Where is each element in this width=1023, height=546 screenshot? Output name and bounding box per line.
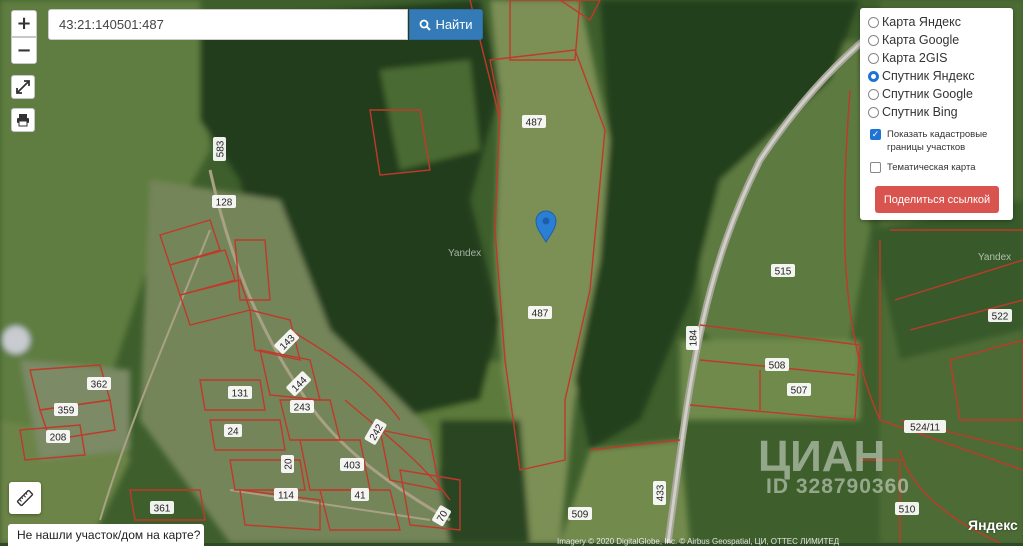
ruler-button[interactable]: [9, 482, 41, 514]
print-icon: [17, 114, 29, 127]
parcel-label-text: 362: [91, 380, 108, 391]
parcel-label[interactable]: 184: [686, 326, 700, 350]
layer-option[interactable]: Карта Яндекс: [868, 13, 1005, 31]
cian-id-watermark: ID 328790360: [766, 475, 910, 498]
parcel-label-text: 114: [278, 491, 294, 502]
parcel-label[interactable]: 509: [568, 507, 592, 521]
parcel-label-text: 361: [154, 504, 171, 515]
layer-radio[interactable]: [868, 88, 879, 100]
layer-radio[interactable]: [868, 70, 879, 82]
parcel-label-text: 359: [58, 406, 75, 417]
layer-radio[interactable]: [868, 34, 879, 46]
thematic-map-label: Тематическая карта: [887, 162, 976, 173]
parcel-label[interactable]: 243: [290, 400, 314, 414]
parcel-label[interactable]: 403: [340, 458, 364, 472]
show-boundaries-label: Показать кадастровые границы участков: [887, 129, 988, 153]
yandex-logo: Яндекс: [968, 517, 1018, 533]
search-icon: [420, 19, 432, 31]
fullscreen-button[interactable]: [11, 75, 35, 99]
layer-radio[interactable]: [868, 106, 879, 118]
parcel-label-text: 128: [216, 198, 233, 209]
yandex-watermark-right: Yandex: [978, 252, 1012, 263]
search-button[interactable]: Найти: [409, 9, 483, 40]
parcel-label-text: 522: [992, 312, 1009, 323]
parcel-label[interactable]: 507: [787, 383, 811, 397]
parcel-label[interactable]: 487: [522, 115, 546, 129]
copyright-text: Imagery © 2020 DigitalGlobe, Inc. © Airb…: [557, 537, 840, 546]
layer-option-label: Спутник Bing: [882, 105, 958, 119]
expand-icon: [16, 80, 30, 94]
parcel-label-text: 208: [50, 433, 67, 444]
layer-option-label: Карта Яндекс: [882, 15, 961, 29]
show-boundaries-option[interactable]: ✓ Показать кадастровые границы участков: [868, 128, 1005, 154]
parcel-label-text: 508: [769, 361, 786, 372]
parcel-label-text: 487: [526, 118, 543, 129]
layer-option[interactable]: Карта Google: [868, 31, 1005, 49]
map-layers-panel: Карта Яндекс Карта Google Карта 2GIS Спутни…: [860, 8, 1013, 220]
parcel-label-text: 583: [216, 140, 227, 157]
parcel-label[interactable]: 487: [528, 306, 552, 320]
parcel-label-text: 515: [775, 267, 792, 278]
parcel-label[interactable]: 20: [281, 455, 295, 473]
parcel-label-text: 243: [294, 403, 311, 414]
parcel-label[interactable]: 24: [224, 424, 242, 438]
parcel-label[interactable]: 510: [895, 502, 919, 516]
show-boundaries-checkbox[interactable]: ✓: [870, 129, 881, 140]
parcel-label-text: 524/11: [910, 423, 940, 434]
layer-option-label: Карта Google: [882, 33, 960, 47]
layer-option[interactable]: Спутник Google: [868, 85, 1005, 103]
parcel-label-text: 507: [791, 386, 808, 397]
parcel-label-text: 403: [344, 461, 361, 472]
layer-radio[interactable]: [868, 16, 879, 28]
parcel-label-text: 433: [656, 484, 667, 501]
parcel-label[interactable]: 128: [212, 195, 236, 209]
parcel-label-text: 184: [689, 329, 700, 346]
cadastral-search-input[interactable]: [48, 9, 408, 40]
parcel-label[interactable]: 583: [213, 137, 227, 161]
parcel-label-text: 24: [227, 427, 239, 438]
parcel-label[interactable]: 361: [150, 501, 174, 515]
parcel-label[interactable]: 508: [765, 358, 789, 372]
parcel-label[interactable]: 208: [46, 430, 70, 444]
ruler-icon: [16, 489, 34, 507]
layer-option-label: Карта 2GIS: [882, 51, 948, 65]
parcel-label-text: 131: [232, 389, 249, 400]
search-button-label: Найти: [435, 17, 473, 32]
parcel-label[interactable]: 524/11: [904, 420, 946, 434]
thematic-map-checkbox[interactable]: [870, 162, 881, 173]
layer-option[interactable]: Спутник Яндекс: [868, 67, 1005, 85]
parcel-label-text: 41: [354, 491, 366, 502]
parcel-label[interactable]: 522: [988, 309, 1012, 323]
yandex-watermark: Yandex: [448, 248, 482, 259]
parcel-label-text: 487: [532, 309, 549, 320]
layer-option-label: Спутник Google: [882, 87, 973, 101]
layer-option-label: Спутник Яндекс: [882, 69, 975, 83]
share-link-button[interactable]: Поделиться ссылкой: [875, 186, 999, 213]
parcel-label[interactable]: 515: [771, 264, 795, 278]
layer-option[interactable]: Спутник Bing: [868, 103, 1005, 121]
print-button[interactable]: [11, 108, 35, 132]
parcel-label[interactable]: 114: [274, 488, 298, 502]
parcel-label-text: 510: [899, 505, 916, 516]
layer-radio[interactable]: [868, 52, 879, 64]
parcel-label[interactable]: 433: [653, 481, 667, 505]
parcel-label-text: 509: [572, 510, 589, 521]
parcel-label[interactable]: 359: [54, 403, 78, 417]
zoom-out-button[interactable]: −: [11, 37, 37, 64]
parcel-label[interactable]: 41: [351, 488, 369, 502]
thematic-map-option[interactable]: Тематическая карта: [868, 161, 1005, 174]
zoom-in-button[interactable]: +: [11, 10, 37, 37]
parcel-label[interactable]: 131: [228, 386, 252, 400]
parcel-label[interactable]: 362: [87, 377, 111, 391]
layer-option[interactable]: Карта 2GIS: [868, 49, 1005, 67]
parcel-label-text: 20: [284, 458, 295, 470]
